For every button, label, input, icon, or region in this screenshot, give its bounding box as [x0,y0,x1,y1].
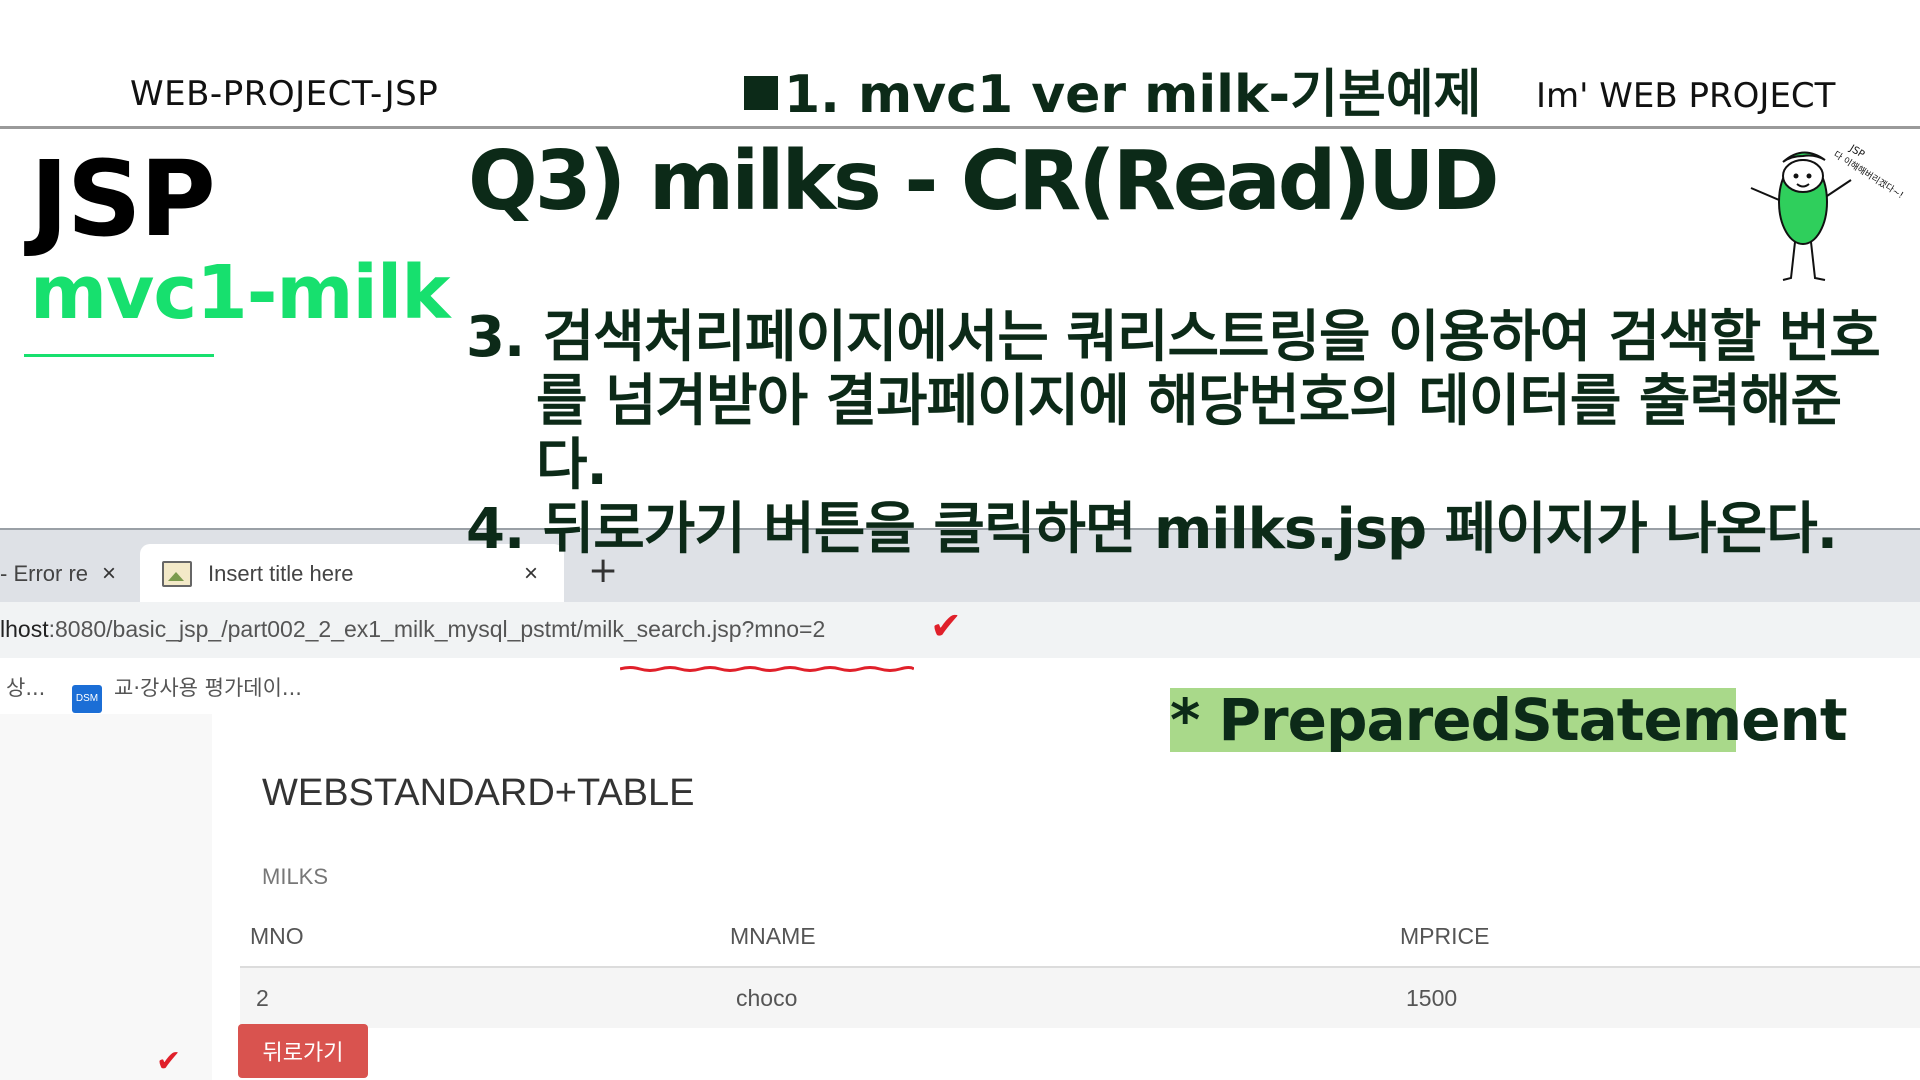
description-item-4: 4. 뒤로가기 버튼을 클릭하면 milks.jsp 페이지가 나온다. [466,497,1838,562]
page-left-gutter [0,714,212,1080]
header-center-title: 1. mvc1 ver milk-기본예제 [744,52,1482,127]
check-mark-icon: ✔ [930,604,962,648]
column-header-mno: MNO [240,906,720,968]
highlight-note: * PreparedStatement [1170,686,1848,754]
slide-subtitle: mvc1-milk [30,250,450,336]
header-center-text: 1. mvc1 ver milk-기본예제 [784,65,1482,125]
question-title: Q3) milks - CR(Read)UD [468,134,1500,229]
back-button[interactable]: 뒤로가기 [238,1024,368,1078]
header-divider [0,126,1920,129]
bookmark-dsm-label: 교·강사용 평가데이... [114,676,302,700]
milks-table: MNO MNAME MPRICE 2 choco 1500 [240,906,1920,1028]
bookmark-item[interactable]: 상... [6,672,45,702]
table-caption: MILKS [262,864,329,889]
tab-error[interactable]: - Error re × [0,544,130,604]
dsm-icon: DSM [72,685,102,713]
table-row: 2 choco 1500 [240,967,1920,1028]
svg-text:다 이해해버리겠다~!: 다 이해해버리겠다~! [1831,149,1905,201]
url-host: lhost [0,616,49,642]
column-header-mprice: MPRICE [1390,906,1920,968]
subtitle-underline [24,354,214,357]
column-header-mname: MNAME [720,906,1390,968]
description-item-3: 3. 검색처리페이지에서는 쿼리스트링을 이용하여 검색할 번호를 넘겨받아 결… [466,305,1881,498]
cell-mno: 2 [240,967,720,1028]
header-right-label: Im' WEB PROJECT [1536,76,1836,116]
close-icon[interactable]: × [102,560,116,588]
mascot-icon: JSP 다 이해해버리겠다~! [1750,143,1905,281]
square-bullet-icon [744,76,778,110]
table-header-row: MNO MNAME MPRICE [240,906,1920,968]
cell-mprice: 1500 [1390,967,1920,1028]
slide-title: JSP [30,138,216,260]
check-mark-icon: ✔ [156,1044,182,1079]
url-path: :8080/basic_jsp_/part002_2_ex1_milk_mysq… [48,616,826,642]
header-left-label: WEB-PROJECT-JSP [130,74,439,114]
page-heading: WEBSTANDARD+TABLE [262,772,695,814]
image-icon [162,561,192,587]
close-icon[interactable]: × [524,560,538,588]
cell-mname: choco [720,967,1390,1028]
bookmark-dsm[interactable]: DSM 교·강사용 평가데이... [72,672,302,713]
description-list: 3. 검색처리페이지에서는 쿼리스트링을 이용하여 검색할 번호를 넘겨받아 결… [466,306,1886,562]
underline-annotation [620,666,914,672]
tab-error-label: - Error re [0,561,88,586]
tab-insert-title-label: Insert title here [208,561,354,586]
address-url[interactable]: lhost:8080/basic_jsp_/part002_2_ex1_milk… [0,616,825,643]
